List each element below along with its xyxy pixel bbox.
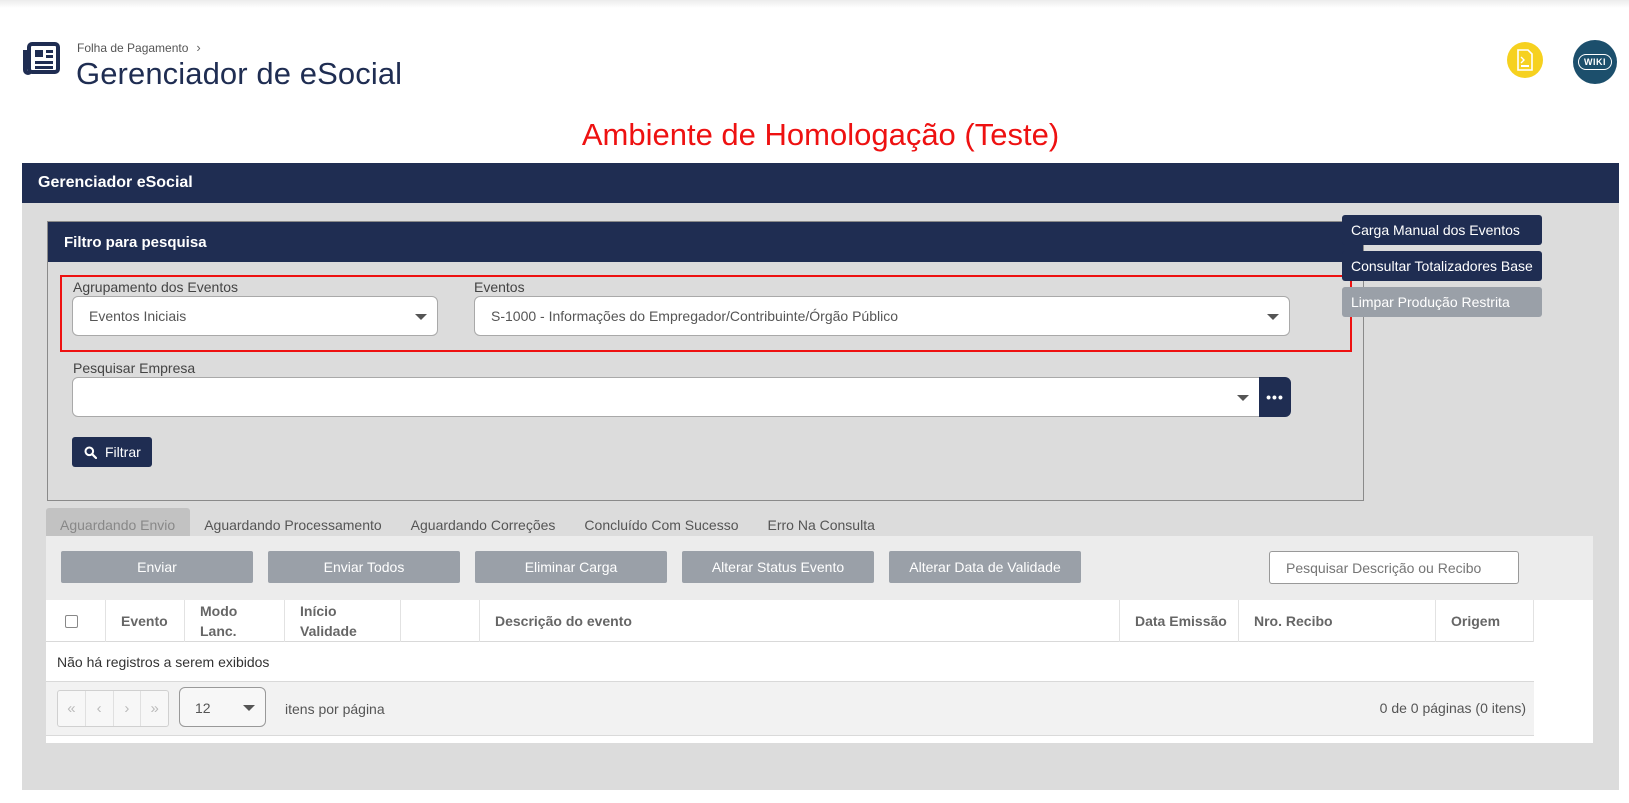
first-page-button[interactable]: « <box>58 691 86 726</box>
search-input[interactable] <box>1269 551 1519 584</box>
filter-box: Filtro para pesquisa Agrupamento dos Eve… <box>47 221 1364 501</box>
pager: « ‹ › » 12 itens por página 0 de 0 págin… <box>46 682 1534 736</box>
search-icon <box>84 446 97 459</box>
col-origem[interactable]: Origem <box>1435 600 1534 642</box>
pager-info: 0 de 0 páginas (0 itens) <box>1379 700 1526 716</box>
events-select[interactable]: S-1000 - Informações do Empregador/Contr… <box>474 296 1290 336</box>
change-validity-button[interactable]: Alterar Data de Validade <box>889 551 1081 583</box>
table-header: Evento Modo Lanc. Início Validade Descriçã… <box>46 600 1534 642</box>
company-select[interactable] <box>72 377 1260 417</box>
filter-button-label: Filtrar <box>105 444 141 460</box>
manual-load-button[interactable]: Carga Manual dos Eventos <box>1342 215 1542 245</box>
page-title: Gerenciador de eSocial <box>76 56 403 91</box>
grouping-select[interactable]: Eventos Iniciais <box>72 296 438 336</box>
company-label: Pesquisar Empresa <box>73 360 196 376</box>
col-nro-recibo[interactable]: Nro. Recibo <box>1238 600 1435 642</box>
top-shadow <box>0 0 1629 8</box>
last-page-button[interactable]: » <box>141 691 168 726</box>
panel-title: Gerenciador eSocial <box>22 163 1619 203</box>
delete-load-button[interactable]: Eliminar Carga <box>475 551 667 583</box>
col-inicio-validade[interactable]: Início Validade <box>284 600 400 642</box>
per-page-label: itens por página <box>285 701 385 717</box>
col-blank <box>400 600 479 642</box>
send-button[interactable]: Enviar <box>61 551 253 583</box>
events-value: S-1000 - Informações do Empregador/Contr… <box>491 308 898 324</box>
grouping-label: Agrupamento dos Eventos <box>73 279 238 295</box>
col-modo-lanc[interactable]: Modo Lanc. <box>184 600 284 642</box>
grouping-value: Eventos Iniciais <box>89 308 187 324</box>
change-status-button[interactable]: Alterar Status Evento <box>682 551 874 583</box>
send-all-button[interactable]: Enviar Todos <box>268 551 460 583</box>
breadcrumb: Folha de Pagamento › <box>77 40 201 55</box>
wiki-label: WIKI <box>1578 54 1612 70</box>
chevron-right-icon: › <box>196 40 201 55</box>
environment-banner: Ambiente de Homologação (Teste) <box>581 117 1060 152</box>
consult-totals-button[interactable]: Consultar Totalizadores Base <box>1342 251 1542 281</box>
select-all-cell <box>46 600 105 642</box>
events-label: Eventos <box>474 279 525 295</box>
prev-page-button[interactable]: ‹ <box>86 691 114 726</box>
caret-down-icon <box>415 314 427 320</box>
col-descricao[interactable]: Descrição do evento <box>479 600 1119 642</box>
pager-nav: « ‹ › » <box>57 690 169 727</box>
document-icon <box>1517 49 1533 71</box>
events-grid: Enviar Enviar Todos Eliminar Carga Alter… <box>46 536 1593 743</box>
filter-title: Filtro para pesquisa <box>48 222 1363 262</box>
more-options-button[interactable]: ••• <box>1259 377 1291 417</box>
page-size-value: 12 <box>195 700 211 716</box>
col-evento[interactable]: Evento <box>105 600 184 642</box>
breadcrumb-folha[interactable]: Folha de Pagamento <box>77 41 188 55</box>
newspaper-icon <box>23 42 60 75</box>
caret-down-icon <box>1267 314 1279 320</box>
empty-message: Não há registros a serem exibidos <box>46 642 1534 682</box>
select-all-checkbox[interactable] <box>65 615 78 628</box>
next-page-button[interactable]: › <box>114 691 142 726</box>
col-data-emissao[interactable]: Data Emissão <box>1119 600 1238 642</box>
caret-down-icon <box>243 705 255 711</box>
caret-down-icon <box>1237 395 1249 401</box>
grid-toolbar: Enviar Enviar Todos Eliminar Carga Alter… <box>46 536 1593 600</box>
page-size-select[interactable]: 12 <box>179 687 266 727</box>
clear-restricted-button[interactable]: Limpar Produção Restrita <box>1342 287 1542 317</box>
document-report-button[interactable] <box>1507 42 1543 78</box>
filter-button[interactable]: Filtrar <box>72 437 152 467</box>
wiki-button[interactable]: WIKI <box>1573 40 1617 84</box>
main-panel: Gerenciador eSocial Filtro para pesquisa… <box>22 163 1619 790</box>
